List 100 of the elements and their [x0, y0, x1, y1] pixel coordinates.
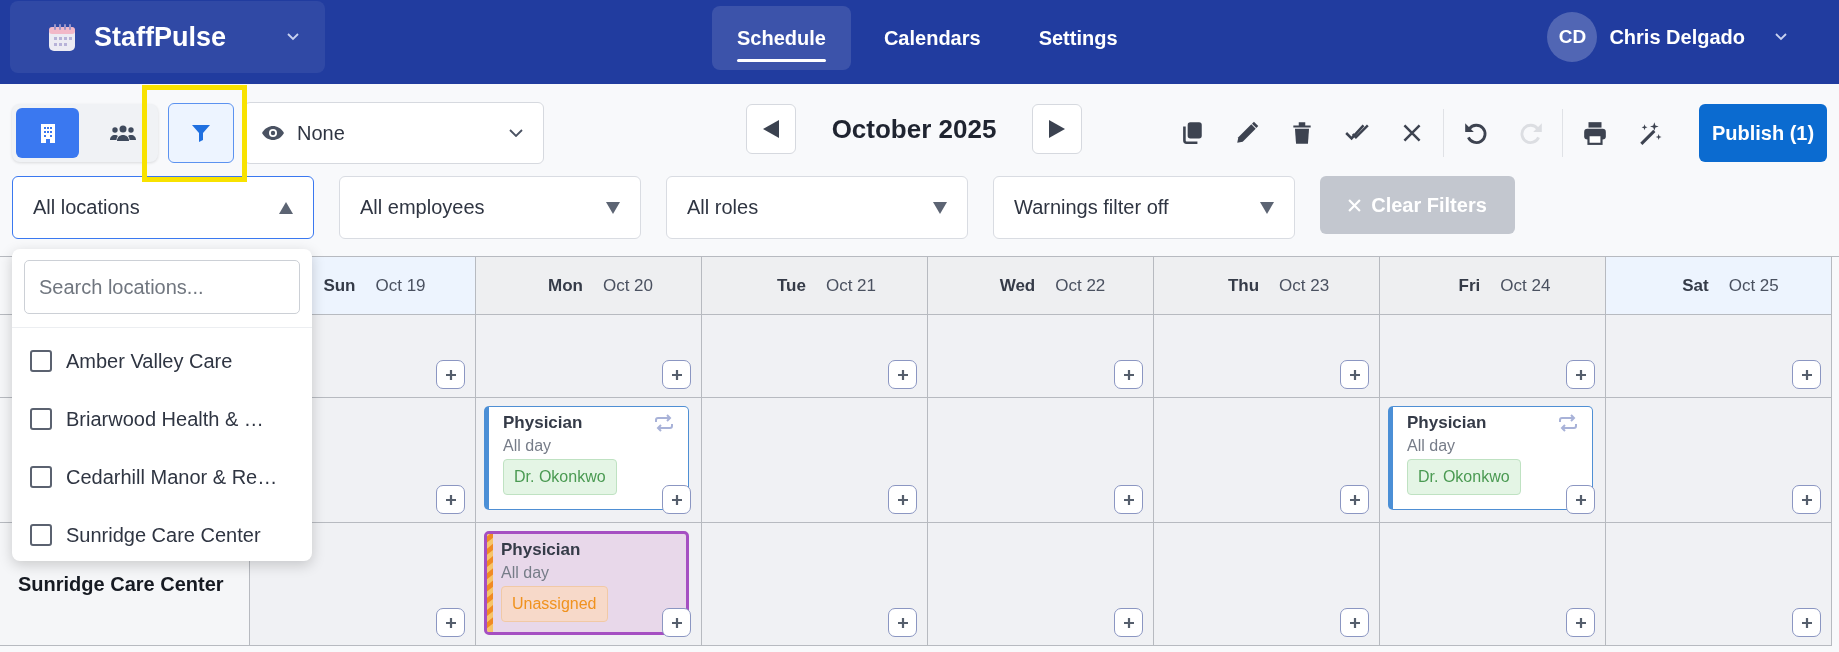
plus-icon	[1348, 616, 1361, 629]
chevron-down-icon	[287, 33, 299, 41]
chevron-down-icon	[509, 129, 523, 137]
add-shift-button[interactable]	[1792, 485, 1821, 514]
shift-time: All day	[1407, 437, 1456, 455]
triangle-left-icon	[763, 120, 779, 138]
people-icon	[109, 124, 136, 142]
option-label: Amber Valley Care	[66, 349, 233, 373]
add-shift-button[interactable]	[662, 485, 691, 514]
shift-card[interactable]: Physician All day Dr. Okonkwo	[484, 406, 689, 510]
nav-tab[interactable]: Calendars	[858, 6, 1006, 70]
add-shift-button[interactable]	[1114, 485, 1143, 514]
filter-select[interactable]: All roles	[666, 176, 968, 239]
app-switcher[interactable]: StaffPulse	[10, 1, 325, 73]
date-label: Oct 25	[1728, 275, 1779, 296]
location-option[interactable]: Amber Valley Care	[12, 332, 312, 390]
plus-icon	[1122, 616, 1135, 629]
user-menu[interactable]: CD Chris Delgado	[1547, 12, 1787, 62]
add-shift-button[interactable]	[888, 608, 917, 637]
filter-icon	[191, 123, 211, 143]
plus-icon	[896, 493, 909, 506]
checkbox[interactable]	[30, 524, 52, 546]
weekday-label: Fri	[1458, 275, 1481, 296]
plus-icon	[1122, 493, 1135, 506]
shift-role: Physician	[1407, 413, 1487, 433]
plus-icon	[670, 493, 683, 506]
nav-tab[interactable]: Settings	[1013, 6, 1143, 70]
checkbox[interactable]	[30, 466, 52, 488]
plus-icon	[444, 368, 457, 381]
add-shift-button[interactable]	[662, 360, 691, 389]
add-shift-button[interactable]	[1340, 485, 1369, 514]
add-shift-button[interactable]	[436, 608, 465, 637]
plus-icon	[670, 616, 683, 629]
checkbox[interactable]	[30, 350, 52, 372]
shift-time: All day	[503, 437, 552, 455]
add-shift-button[interactable]	[888, 360, 917, 389]
date-label: Oct 24	[1500, 275, 1551, 296]
assignee-tag: Unassigned	[501, 586, 608, 622]
option-label: Cedarhill Manor & Re…	[66, 465, 278, 489]
calendar-icon	[46, 21, 78, 53]
previous-button[interactable]	[746, 104, 796, 154]
search-field[interactable]: Search locations...	[24, 260, 300, 314]
user-name: Chris Delgado	[1609, 25, 1745, 49]
view-select[interactable]: None	[244, 102, 544, 164]
filter-select[interactable]: All employees	[339, 176, 641, 239]
weekday-label: Mon	[548, 275, 583, 296]
avatar: CD	[1547, 12, 1598, 62]
next-button[interactable]	[1032, 104, 1082, 154]
add-shift-button[interactable]	[436, 485, 465, 514]
add-shift-button[interactable]	[1114, 360, 1143, 389]
add-shift-button[interactable]	[436, 360, 465, 389]
add-shift-button[interactable]	[662, 608, 691, 637]
plus-icon	[1348, 368, 1361, 381]
shift-time: All day	[501, 564, 550, 582]
plus-icon	[1122, 368, 1135, 381]
add-shift-button[interactable]	[1566, 485, 1595, 514]
location-label: Sunridge Care Center	[18, 572, 224, 596]
close-icon	[1348, 198, 1362, 212]
location-option[interactable]: Sunridge Care Center	[12, 506, 312, 564]
shift-card[interactable]: Physician All day Unassigned	[484, 531, 689, 635]
chevron-down-icon	[1775, 33, 1787, 41]
nav-tab[interactable]: Schedule	[712, 6, 851, 70]
date-label: Oct 20	[602, 275, 653, 296]
add-shift-button[interactable]	[1340, 360, 1369, 389]
checkbox[interactable]	[30, 408, 52, 430]
plus-icon	[1574, 616, 1587, 629]
date-label: Oct 21	[825, 275, 877, 296]
option-label: Sunridge Care Center	[66, 523, 261, 547]
add-shift-button[interactable]	[1792, 360, 1821, 389]
plus-icon	[444, 493, 457, 506]
caret-up-icon	[279, 201, 293, 214]
publish-button[interactable]: Publish (1)	[1699, 104, 1827, 162]
filter-select[interactable]: All locations	[12, 176, 314, 239]
date-label: Oct 23	[1279, 275, 1330, 296]
weekday-label: Thu	[1227, 275, 1260, 296]
location-option[interactable]: Cedarhill Manor & Re…	[12, 448, 312, 506]
plus-icon	[1348, 493, 1361, 506]
weekday-label: Sun	[323, 275, 356, 296]
location-option[interactable]: Briarwood Health & …	[12, 390, 312, 448]
plus-icon	[444, 616, 457, 629]
shift-card[interactable]: Physician All day Dr. Okonkwo	[1388, 406, 1593, 510]
shift-role: Physician	[503, 413, 583, 433]
option-label: Briarwood Health & …	[66, 407, 264, 431]
weekday-label: Sat	[1682, 275, 1709, 296]
assignee-tag: Dr. Okonkwo	[503, 459, 617, 495]
plus-icon	[896, 368, 909, 381]
add-shift-button[interactable]	[1340, 608, 1369, 637]
caret-down-icon	[606, 201, 620, 214]
building-button[interactable]	[16, 108, 79, 158]
add-shift-button[interactable]	[1566, 608, 1595, 637]
building-icon	[39, 123, 56, 143]
add-shift-button[interactable]	[888, 485, 917, 514]
filter-select[interactable]: Warnings filter off	[993, 176, 1295, 239]
date-label: Oct 19	[375, 275, 426, 296]
plus-icon	[670, 368, 683, 381]
caret-down-icon	[933, 201, 947, 214]
filter-button[interactable]	[168, 103, 234, 163]
add-shift-button[interactable]	[1792, 608, 1821, 637]
add-shift-button[interactable]	[1566, 360, 1595, 389]
add-shift-button[interactable]	[1114, 608, 1143, 637]
